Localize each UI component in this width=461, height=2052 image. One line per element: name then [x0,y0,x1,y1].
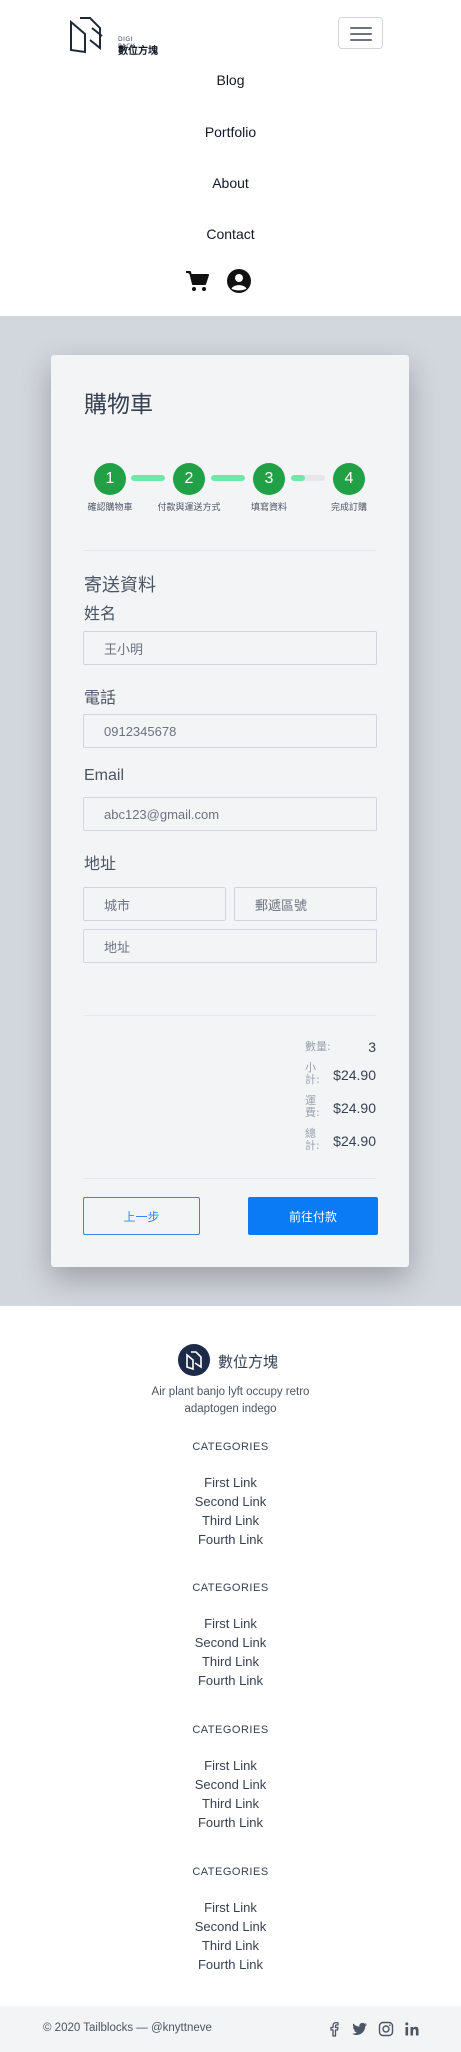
footer-category: CATEGORIES First Link Second Link Third … [0,1441,461,1549]
page: DIGI PACK 數位方塊 Blog Portfolio About Cont… [0,0,461,2052]
step-progress-fill-3 [291,475,305,481]
footer-category-title: CATEGORIES [192,1441,269,1453]
footer-link[interactable]: Fourth Link [0,1671,461,1690]
user-circle-icon[interactable] [226,268,252,294]
quantity-value: 3 [368,1039,376,1055]
logo-mark-icon [70,17,103,54]
proceed-to-payment-button[interactable]: 前往付款 [248,1197,378,1235]
nav-contact[interactable]: Contact [0,226,461,242]
phone-field[interactable]: 0912345678 [83,714,377,748]
step-connector-1 [131,475,165,481]
step-4-circle[interactable]: 4 [333,463,365,495]
footer-link[interactable]: Second Link [0,1917,461,1936]
footer-brand-name: 數位方塊 [218,1353,279,1371]
quantity-label: 數量: [305,1040,331,1053]
footer-link[interactable]: First Link [0,1614,461,1633]
divider [84,1015,376,1016]
address-label: 地址 [84,856,117,873]
footer-link[interactable]: Third Link [0,1511,461,1530]
checkout-section: 購物車 1 2 3 4 確認購物車 付款與運送方式 填寫資料 完成訂購 寄送資料… [0,316,461,1306]
step-1-label: 確認購物車 [87,503,133,513]
footer-link[interactable]: Fourth Link [0,1813,461,1832]
subtotal-label: 小計: [305,1061,320,1086]
menu-toggle-button[interactable] [338,17,383,49]
site-footer: 數位方塊 Air plant banjo lyft occupy retro a… [0,1306,461,2006]
name-field[interactable]: 王小明 [83,631,377,665]
nav-about[interactable]: About [0,175,461,191]
cart-icon[interactable] [185,270,209,292]
logo[interactable]: DIGI PACK 數位方塊 [68,14,158,57]
total-value: $24.90 [333,1133,376,1149]
footer-logo[interactable] [178,1344,210,1376]
address-field[interactable]: 地址 [83,929,377,963]
copyright-text: © 2020 Tailblocks — @knyttneve [43,2022,212,2034]
step-3-circle[interactable]: 3 [253,463,285,495]
footer-link[interactable]: First Link [0,1473,461,1492]
footer-category-title: CATEGORIES [192,1724,269,1736]
step-2-circle[interactable]: 2 [173,463,205,495]
footer-description: Air plant banjo lyft occupy retro adapto… [151,1386,310,1415]
footer-link[interactable]: Fourth Link [0,1955,461,1974]
phone-label: 電話 [84,690,117,707]
footer-category: CATEGORIES First Link Second Link Third … [0,1866,461,1974]
step-2-label: 付款與運送方式 [157,503,221,513]
footer-link[interactable]: Second Link [0,1775,461,1794]
footer-link[interactable]: Third Link [0,1652,461,1671]
shipping-section-title: 寄送資料 [84,575,156,596]
footer-link[interactable]: First Link [0,1756,461,1775]
linkedin-icon[interactable] [404,2021,420,2037]
step-progress-fill-2 [211,475,245,481]
site-header: DIGI PACK 數位方塊 Blog Portfolio About Cont… [0,0,461,316]
email-field[interactable]: abc123@gmail.com [83,797,377,831]
logo-name-text: 數位方塊 [118,46,158,57]
nav-portfolio[interactable]: Portfolio [0,124,461,140]
header-icons [183,268,283,296]
twitter-icon[interactable] [352,2021,368,2037]
logo-mark-icon [186,1351,202,1371]
footer-category: CATEGORIES First Link Second Link Third … [0,1582,461,1690]
name-label: 姓名 [84,606,117,623]
cart-title: 購物車 [84,392,153,418]
subtotal-value: $24.90 [333,1067,376,1083]
instagram-icon[interactable] [378,2021,394,2037]
social-links [326,2021,420,2037]
footer-link[interactable]: Second Link [0,1633,461,1652]
footer-link[interactable]: Second Link [0,1492,461,1511]
hamburger-icon [350,27,372,29]
checkout-card: 購物車 1 2 3 4 確認購物車 付款與運送方式 填寫資料 完成訂購 寄送資料… [51,355,409,1267]
footer-link[interactable]: Fourth Link [0,1530,461,1549]
zip-field[interactable]: 郵遞區號 [234,887,377,921]
footer-link[interactable]: Third Link [0,1936,461,1955]
total-label: 總計: [305,1127,320,1152]
city-field[interactable]: 城市 [83,887,226,921]
checkout-stepper: 1 2 3 4 確認購物車 付款與運送方式 填寫資料 完成訂購 [51,453,409,523]
shipping-value: $24.90 [333,1100,376,1116]
step-progress-fill-1 [131,475,165,481]
step-connector-2 [211,475,245,481]
footer-category-title: CATEGORIES [192,1866,269,1878]
step-1-circle[interactable]: 1 [94,463,126,495]
step-4-label: 完成訂購 [330,503,367,513]
facebook-icon[interactable] [326,2021,342,2037]
divider [84,550,376,551]
footer-link[interactable]: Third Link [0,1794,461,1813]
divider [84,1178,376,1179]
footer-category: CATEGORIES First Link Second Link Third … [0,1724,461,1832]
footer-category-title: CATEGORIES [192,1582,269,1594]
email-label: Email [84,767,125,784]
step-3-label: 填寫資料 [250,503,287,513]
back-button[interactable]: 上一步 [83,1197,200,1235]
nav-blog[interactable]: Blog [0,72,461,88]
footer-bottom-bar: © 2020 Tailblocks — @knyttneve [0,2006,461,2052]
footer-link[interactable]: First Link [0,1898,461,1917]
shipping-label: 運費: [305,1094,320,1119]
step-connector-3 [291,475,325,481]
